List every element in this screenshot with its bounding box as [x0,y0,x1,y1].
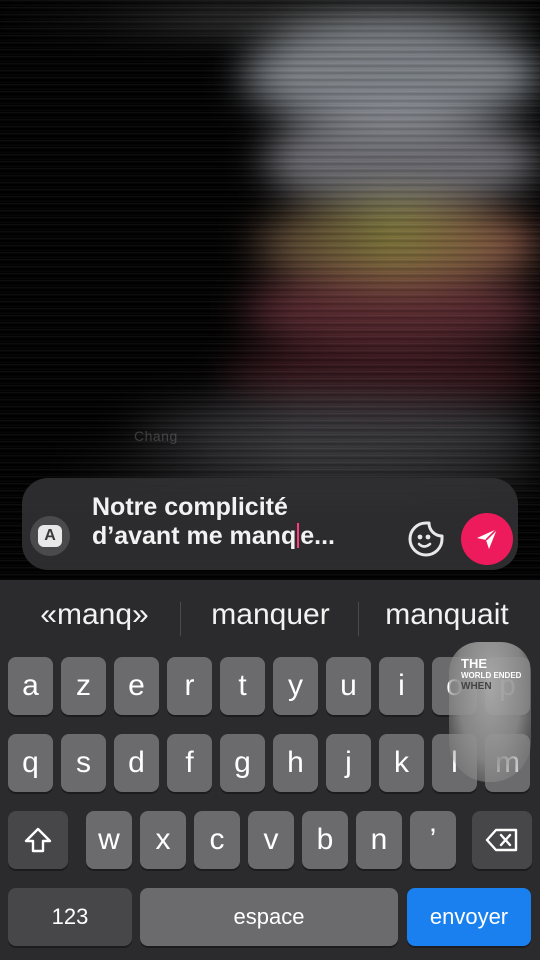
key-c[interactable]: c [194,811,240,869]
suggestion-1[interactable]: «manq» [22,598,167,632]
numbers-key[interactable]: 123 [8,888,132,946]
key-b[interactable]: b [302,811,348,869]
key-j[interactable]: j [326,734,371,792]
key-z[interactable]: z [61,657,106,715]
key-t[interactable]: t [220,657,265,715]
key-i[interactable]: i [379,657,424,715]
faint-background-text: Chang [134,428,178,444]
key-u[interactable]: u [326,657,371,715]
key-k[interactable]: k [379,734,424,792]
key-g[interactable]: g [220,734,265,792]
key-e[interactable]: e [114,657,159,715]
key-r[interactable]: r [167,657,212,715]
suggestion-divider [180,602,181,636]
keyboard-switch-button[interactable]: A [30,516,70,556]
send-button[interactable] [461,513,513,565]
space-key[interactable]: espace [140,888,398,946]
send-arrow-icon [477,528,498,549]
message-line-2: d’avant me manq e... [92,522,335,550]
suggestion-3[interactable]: manquait [370,598,524,632]
key-q[interactable]: q [8,734,53,792]
message-line-1: Notre complicité [92,493,288,521]
key-y[interactable]: y [273,657,318,715]
backspace-icon [485,828,518,852]
key-h[interactable]: h [273,734,318,792]
text-cursor [297,523,300,548]
key-v[interactable]: v [248,811,294,869]
letter-a-icon: A [38,525,62,547]
send-return-key[interactable]: envoyer [407,888,531,946]
key-n[interactable]: n [356,811,402,869]
key-s[interactable]: s [61,734,106,792]
watermark-logo: THE WORLD ENDED WHEN [461,656,522,692]
sticker-icon[interactable] [406,519,446,559]
suggestion-divider [358,602,359,636]
suggestion-2[interactable]: manquer [193,598,348,632]
key-x[interactable]: x [140,811,186,869]
delete-key[interactable] [472,811,532,869]
key-a[interactable]: a [8,657,53,715]
key-w[interactable]: w [86,811,132,869]
shift-icon [24,827,52,853]
shift-key[interactable] [8,811,68,869]
message-input[interactable]: Notre complicité d’avant me manq e... [92,493,392,551]
key-apostrophe[interactable]: ’ [410,811,456,869]
key-f[interactable]: f [167,734,212,792]
key-d[interactable]: d [114,734,159,792]
